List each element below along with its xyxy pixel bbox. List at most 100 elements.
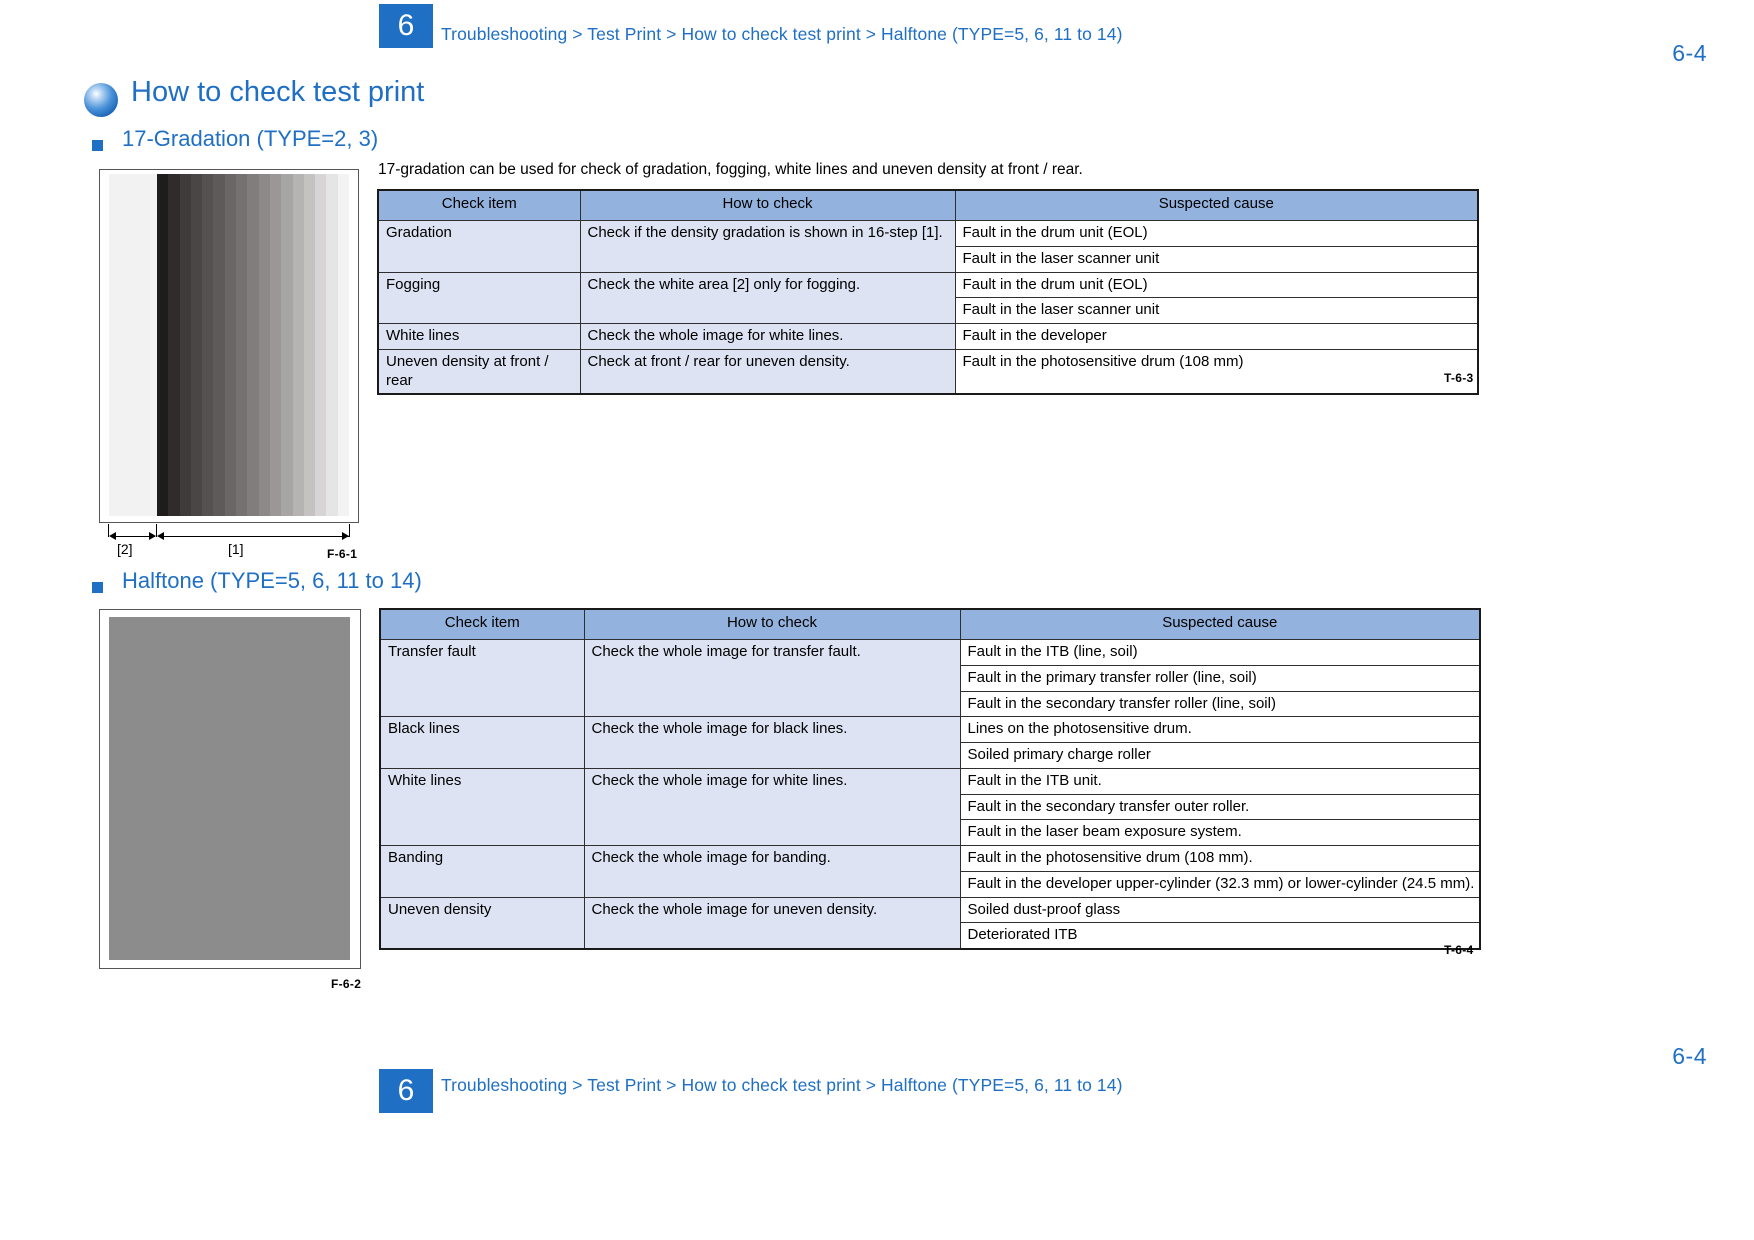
cell-check-item: Uneven density [379,896,585,950]
cell-suspected-cause: Soiled primary charge roller [959,742,1481,769]
cell-suspected-cause: Soiled dust-proof glass [959,896,1481,924]
chapter-badge-bottom: 6 [379,1069,433,1113]
table-17-gradation-checks: Check item How to check Suspected cause … [377,189,1479,396]
gradation-step [168,174,180,516]
page-title-block: How to check test print [0,76,1754,122]
gradation-step [337,174,350,516]
page-number-bottom: 6-4 [1672,1043,1707,1069]
table-halftone-checks: Check item How to check Suspected cause … [379,608,1481,950]
cell-check-item: Banding [379,845,585,898]
dimension-arrow-right [342,532,349,540]
gradation-step [224,174,237,516]
blue-sphere-icon [84,83,118,117]
square-bullet-icon [92,140,103,151]
dimension-arrow-left [157,532,164,540]
column-header-how-to-check: How to check [583,608,961,640]
table-row: Gradation Check if the density gradation… [377,220,1479,273]
cell-how-to-check: Check the whole image for transfer fault… [583,638,961,718]
column-header-how-to-check: How to check [579,189,956,221]
figure-halftone-test-print [99,609,361,969]
gradation-step [281,174,293,516]
page-footer: 6-4 6 Troubleshooting > Test Print > How… [0,1043,1754,1115]
cell-check-item: Uneven density at front / rear [377,348,581,395]
cell-suspected-cause: Lines on the photosensitive drum. [959,716,1481,743]
gradation-step [247,174,259,516]
cell-suspected-cause: Fault in the developer upper-cylinder (3… [959,870,1481,898]
cell-suspected-cause: Fault in the primary transfer roller (li… [959,664,1481,692]
column-header-check-item: Check item [377,189,581,221]
gradation-step [303,174,316,516]
table-header-row: Check item How to check Suspected cause [377,189,1479,221]
section-heading-label: Halftone (TYPE=5, 6, 11 to 14) [122,568,422,593]
page-header: 6 Troubleshooting > Test Print > How to … [0,0,1754,66]
gradation-steps [157,174,350,516]
figure-caption-f-6-1: F-6-1 [327,547,358,561]
cell-suspected-cause: Fault in the ITB unit. [959,767,1481,795]
table-row: White lines Check the whole image for wh… [379,767,1481,847]
cell-how-to-check: Check the whole image for black lines. [583,716,961,769]
dimension-line-1 [159,536,349,537]
cell-how-to-check: Check the whole image for white lines. [579,323,956,350]
cell-suspected-cause: Fault in the photosensitive drum (108 mm… [954,348,1479,395]
cell-check-item: White lines [377,323,581,350]
table-row: Uneven density at front / rear Check at … [377,348,1479,395]
chapter-badge: 6 [379,4,433,48]
cell-suspected-cause: Deteriorated ITB [959,922,1481,950]
gradation-sheet [109,174,350,516]
gradation-step [292,174,304,516]
table-row: Fogging Check the white area [2] only fo… [377,271,1479,324]
cell-check-item: Black lines [379,716,585,769]
gradation-step [315,174,327,516]
cell-how-to-check: Check the white area [2] only for foggin… [579,271,956,324]
cell-check-item: Transfer fault [379,638,585,718]
callout-label-1: [1] [228,541,244,557]
cell-suspected-cause: Fault in the secondary transfer outer ro… [959,793,1481,821]
table-caption-t-6-3: T-6-3 [1444,371,1474,385]
table-row: Uneven density Check the whole image for… [379,896,1481,950]
gradation-step [190,174,203,516]
gradation-step [236,174,248,516]
gradation-step [258,174,270,516]
cell-suspected-cause: Fault in the photosensitive drum (108 mm… [959,845,1481,872]
page-number-top: 6-4 [1672,40,1707,66]
gradation-step [269,174,282,516]
square-bullet-icon [92,582,103,593]
cell-check-item: Gradation [377,220,581,273]
breadcrumb: Troubleshooting > Test Print > How to ch… [441,24,1123,44]
gradation-step [202,174,214,516]
cell-suspected-cause: Fault in the laser beam exposure system. [959,819,1481,846]
cell-check-item: Fogging [377,271,581,324]
callout-label-2: [2] [117,541,133,557]
cell-how-to-check: Check the whole image for banding. [583,845,961,898]
cell-how-to-check: Check at front / rear for uneven density… [579,348,956,395]
figure-17-gradation-test-print [99,169,359,523]
figure-caption-f-6-2: F-6-2 [331,977,362,991]
cell-how-to-check: Check the whole image for uneven density… [583,896,961,950]
cell-suspected-cause: Fault in the drum unit (EOL) [954,271,1479,299]
cell-how-to-check: Check if the density gradation is shown … [579,220,956,273]
table-row: Black lines Check the whole image for bl… [379,716,1481,769]
dimension-arrow-left [109,532,116,540]
page-title: How to check test print [131,76,425,108]
column-header-suspected-cause: Suspected cause [954,189,1479,221]
table-row: Transfer fault Check the whole image for… [379,638,1481,718]
halftone-sheet [109,617,350,960]
cell-suspected-cause: Fault in the developer [954,323,1479,350]
table-header-row: Check item How to check Suspected cause [379,608,1481,640]
gradation-step [179,174,191,516]
gradation-step [326,174,338,516]
column-header-check-item: Check item [379,608,585,640]
cell-suspected-cause: Fault in the laser scanner unit [954,245,1479,273]
cell-check-item: White lines [379,767,585,847]
column-header-suspected-cause: Suspected cause [959,608,1481,640]
table-row: White lines Check the whole image for wh… [377,323,1479,350]
cell-suspected-cause: Fault in the drum unit (EOL) [954,220,1479,247]
gradation-step [213,174,225,516]
white-area-region [109,174,157,516]
cell-suspected-cause: Fault in the laser scanner unit [954,297,1479,324]
section-heading-label: 17-Gradation (TYPE=2, 3) [122,126,379,151]
cell-how-to-check: Check the whole image for white lines. [583,767,961,847]
dimension-arrow-right [149,532,156,540]
breadcrumb-bottom: Troubleshooting > Test Print > How to ch… [441,1075,1123,1095]
cell-suspected-cause: Fault in the ITB (line, soil) [959,639,1481,666]
